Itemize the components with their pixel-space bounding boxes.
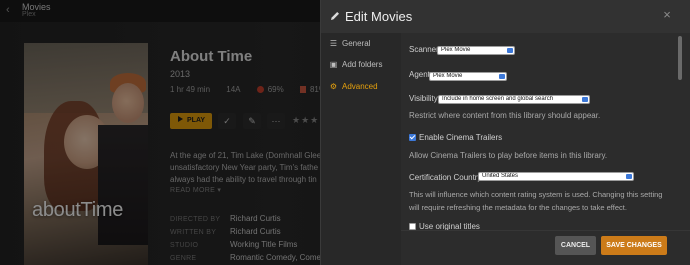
cinema-trailers-hint: Allow Cinema Trailers to play before ite… (409, 151, 608, 160)
close-icon[interactable]: × (661, 8, 673, 22)
sidebar-item-add-folders[interactable]: ▣ Add folders (329, 60, 383, 72)
scanner-label: Scanner (409, 45, 439, 54)
cancel-button[interactable]: CANCEL (555, 236, 596, 255)
modal-sidebar: ☰ General ▣ Add folders ⚙ Advanced (321, 33, 401, 265)
visibility-label: Visibility (409, 94, 438, 103)
cinema-trailers-label[interactable]: Enable Cinema Trailers (419, 133, 502, 142)
folder-icon: ▣ (329, 60, 338, 69)
scrollbar-thumb[interactable] (678, 36, 682, 80)
original-titles-label[interactable]: Use original titles (419, 222, 480, 230)
certification-hint: This will influence which content rating… (409, 190, 663, 199)
pencil-icon (331, 12, 339, 20)
gear-icon: ⚙ (329, 82, 338, 91)
select-arrows-icon (582, 97, 588, 102)
agent-label: Agent (409, 70, 430, 79)
visibility-select[interactable]: Include in home screen and global search (438, 95, 590, 104)
visibility-hint: Restrict where content from this library… (409, 111, 601, 120)
sidebar-item-advanced[interactable]: ⚙ Advanced (329, 82, 378, 94)
original-titles-checkbox[interactable] (409, 223, 416, 230)
select-arrows-icon (507, 48, 513, 53)
cinema-trailers-checkbox[interactable] (409, 134, 416, 141)
sidebar-item-general[interactable]: ☰ General (329, 39, 371, 51)
modal-header: Edit Movies × (321, 0, 690, 33)
advanced-settings: Scanner Plex Movie Agent Plex Movie Visi… (401, 33, 676, 230)
edit-library-modal: Edit Movies × ☰ General ▣ Add folders ⚙ Adv… (320, 0, 690, 265)
certification-country-label: Certification Country (409, 173, 482, 182)
certification-country-select[interactable]: United States (478, 172, 634, 181)
sliders-icon: ☰ (329, 39, 338, 48)
select-arrows-icon (499, 74, 505, 79)
modal-title: Edit Movies (345, 9, 413, 24)
agent-select[interactable]: Plex Movie (429, 72, 507, 81)
plex-window: ‹ Movies Plex aboutTime About Time 2013 … (0, 0, 690, 265)
select-arrows-icon (626, 174, 632, 179)
save-changes-button[interactable]: SAVE CHANGES (601, 236, 667, 255)
scanner-select[interactable]: Plex Movie (437, 46, 515, 55)
certification-hint-2: will require refreshing the metadata for… (409, 203, 627, 212)
